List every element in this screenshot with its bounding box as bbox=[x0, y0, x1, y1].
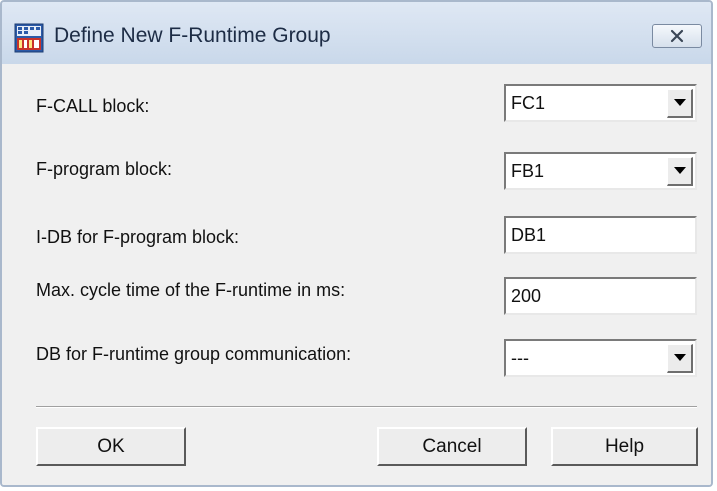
fcall-block-label: F-CALL block: bbox=[36, 96, 150, 116]
idb-label: I-DB for F-program block: bbox=[36, 227, 240, 247]
fprogram-block-value: FB1 bbox=[511, 161, 545, 181]
idb-value: DB1 bbox=[511, 225, 547, 245]
cycle-time-value: 200 bbox=[511, 286, 542, 306]
fcall-block-dropdown-button[interactable] bbox=[667, 89, 693, 118]
app-icon bbox=[14, 23, 44, 53]
cycle-time-input[interactable]: 200 bbox=[504, 277, 697, 315]
chevron-down-icon bbox=[674, 354, 686, 361]
fprogram-block-dropdown[interactable]: FB1 bbox=[504, 152, 697, 190]
chevron-down-icon bbox=[674, 167, 686, 174]
window-title: Define New F-Runtime Group bbox=[54, 24, 331, 47]
fcall-block-value: FC1 bbox=[511, 93, 546, 113]
fprogram-block-dropdown-button[interactable] bbox=[667, 157, 693, 186]
db-comm-dropdown[interactable]: --- bbox=[504, 339, 697, 377]
ok-button[interactable]: OK bbox=[36, 427, 186, 466]
chevron-down-icon bbox=[674, 99, 686, 106]
help-button[interactable]: Help bbox=[551, 427, 698, 466]
separator bbox=[36, 406, 697, 408]
cycle-time-label: Max. cycle time of the F-runtime in ms: bbox=[36, 280, 346, 300]
db-comm-dropdown-button[interactable] bbox=[667, 344, 693, 373]
close-icon bbox=[670, 29, 684, 43]
dialog-window: Define New F-Runtime Group F-CALL block:… bbox=[0, 0, 713, 487]
fcall-block-dropdown[interactable]: FC1 bbox=[504, 84, 697, 122]
cancel-button[interactable]: Cancel bbox=[377, 427, 527, 466]
close-button[interactable] bbox=[652, 24, 702, 48]
fprogram-block-label: F-program block: bbox=[36, 159, 173, 179]
dialog-body: F-CALL block: FC1 F-program block: FB1 I… bbox=[2, 64, 711, 485]
idb-input[interactable]: DB1 bbox=[504, 216, 697, 254]
db-comm-label: DB for F-runtime group communication: bbox=[36, 344, 352, 364]
title-bar[interactable]: Define New F-Runtime Group bbox=[2, 2, 711, 65]
db-comm-value: --- bbox=[511, 348, 529, 368]
